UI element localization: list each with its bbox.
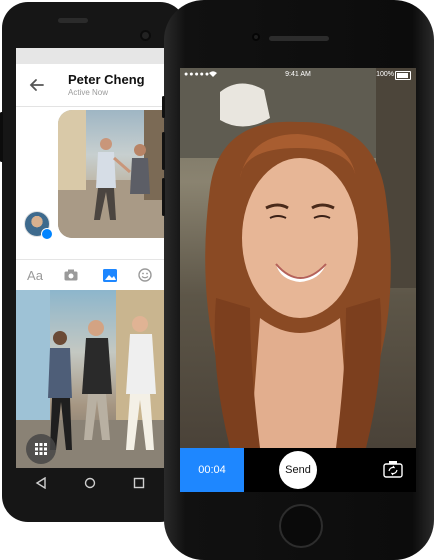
volume-up-button — [162, 132, 165, 170]
side-button — [0, 112, 3, 162]
iphone: ●●●●● 9:41 AM 100% 00:04 Send — [162, 0, 434, 560]
camera-preview — [180, 68, 416, 448]
android-phone: Peter Cheng Active Now Aa — [0, 2, 186, 522]
camera-controls: 00:04 Send — [180, 448, 416, 492]
text-input-toggle[interactable]: Aa — [24, 266, 46, 284]
contact-status: Active Now — [68, 88, 109, 97]
nav-home-icon[interactable] — [84, 477, 96, 489]
camera-icon[interactable] — [60, 266, 82, 284]
earpiece — [269, 36, 329, 41]
nav-back-icon[interactable] — [35, 477, 47, 489]
volume-down-button — [162, 178, 165, 216]
composer-bar: Aa — [16, 259, 164, 291]
contact-name: Peter Cheng — [68, 72, 145, 87]
selfie-image — [180, 68, 416, 448]
battery-percent: 100% — [376, 71, 394, 78]
messenger-screen: Peter Cheng Active Now Aa — [16, 48, 164, 468]
ios-status-bar: ●●●●● 9:41 AM 100% — [180, 68, 416, 82]
recording-timer: 00:04 — [180, 448, 244, 492]
emoji-icon[interactable] — [134, 266, 156, 284]
messenger-badge-icon — [41, 228, 53, 240]
mute-switch — [162, 96, 165, 118]
grid-icon — [35, 443, 47, 455]
back-arrow-icon[interactable] — [28, 76, 46, 94]
photo-message-image — [58, 110, 164, 238]
earpiece — [58, 18, 88, 23]
photo-gallery[interactable] — [16, 290, 164, 468]
battery-icon — [395, 71, 411, 80]
gallery-icon[interactable] — [99, 266, 121, 284]
conversation-header: Peter Cheng Active Now — [16, 64, 164, 107]
photo-message[interactable] — [58, 110, 164, 238]
message-thread — [16, 107, 164, 259]
camera-screen: ●●●●● 9:41 AM 100% 00:04 Send — [180, 68, 416, 492]
front-camera — [140, 30, 151, 41]
gallery-grid-button[interactable] — [26, 434, 56, 464]
home-button[interactable] — [279, 504, 323, 548]
send-button[interactable]: Send — [279, 451, 317, 489]
front-camera — [252, 33, 260, 41]
flip-camera-icon[interactable] — [383, 460, 403, 478]
nav-recents-icon[interactable] — [133, 477, 145, 489]
status-bar — [16, 48, 164, 64]
android-nav-bar — [16, 468, 164, 498]
